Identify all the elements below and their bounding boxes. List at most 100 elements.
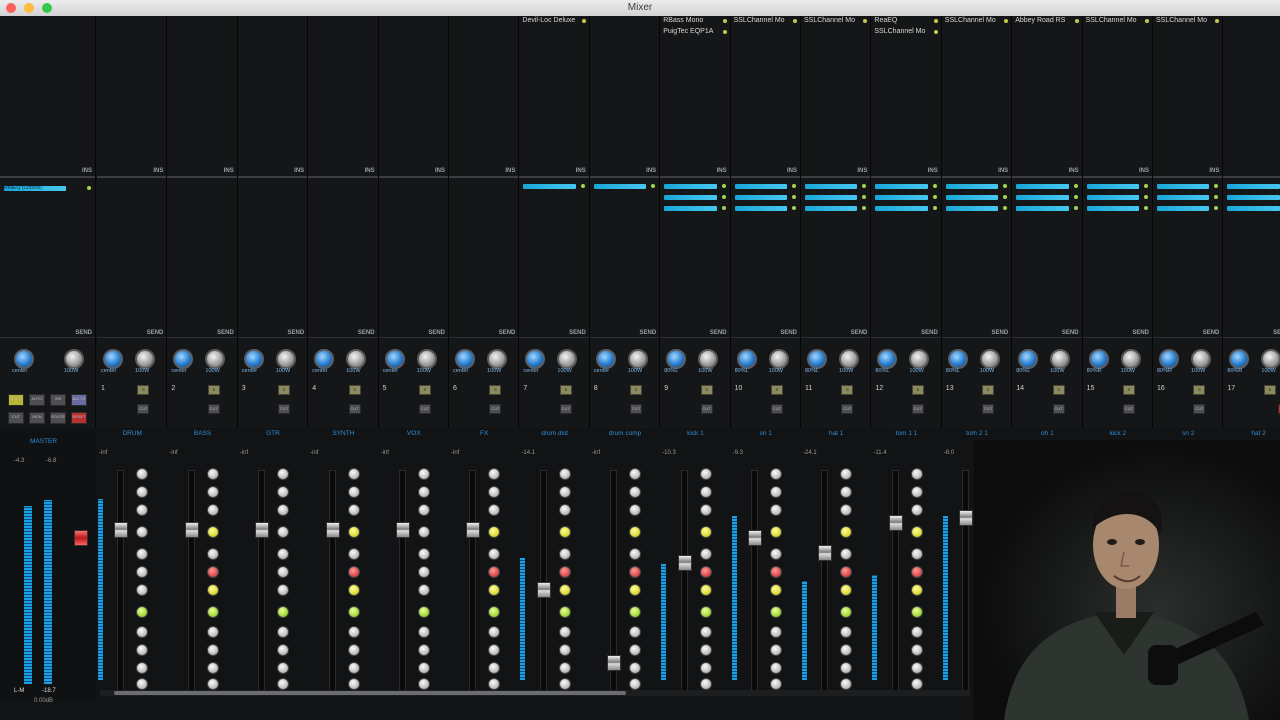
insert-slot[interactable] — [664, 206, 717, 211]
fx-name[interactable]: SSLChannel Mo — [1156, 17, 1207, 24]
route-button[interactable] — [488, 504, 501, 516]
master-cut-button[interactable]: CUT — [8, 412, 24, 424]
route-button[interactable] — [206, 584, 219, 596]
pan-knob[interactable] — [877, 349, 898, 369]
channel-name[interactable]: hat 1 — [801, 430, 871, 437]
master-ins-button[interactable]: INS — [50, 394, 66, 406]
pan-knob[interactable] — [947, 349, 968, 369]
fx-name[interactable]: Abbey Road RS — [1015, 17, 1065, 24]
route-button[interactable] — [629, 526, 642, 538]
route-button[interactable] — [840, 626, 853, 638]
route-button[interactable] — [277, 548, 290, 560]
solo-button[interactable]: S — [1122, 385, 1135, 395]
volume-fader[interactable] — [536, 582, 551, 598]
fx-name[interactable]: RBass Mono — [663, 17, 703, 24]
channel-name[interactable]: sn 2 — [1153, 430, 1223, 437]
channel-name[interactable]: SYNTH — [308, 430, 378, 437]
fx-active-dot[interactable] — [863, 19, 868, 23]
route-button[interactable] — [629, 504, 642, 516]
route-button[interactable] — [699, 548, 712, 560]
insert-slot[interactable] — [945, 184, 999, 189]
fx-enabled-dot[interactable] — [87, 186, 91, 190]
pan-knob[interactable] — [595, 349, 616, 369]
route-button[interactable] — [488, 486, 501, 498]
pan-knob[interactable] — [14, 349, 34, 369]
insert-slot[interactable] — [805, 206, 858, 211]
insert-enabled-dot[interactable] — [721, 195, 726, 199]
insert-enabled-dot[interactable] — [721, 184, 726, 188]
route-button[interactable] — [206, 626, 219, 638]
route-button[interactable] — [206, 678, 219, 690]
insert-enabled-dot[interactable] — [862, 195, 867, 199]
route-button[interactable] — [206, 644, 219, 656]
route-button[interactable] — [277, 644, 290, 656]
pan-knob[interactable] — [384, 349, 405, 369]
route-button[interactable] — [699, 606, 712, 618]
cut-button[interactable]: CUT — [841, 404, 854, 414]
insert-enabled-dot[interactable] — [862, 206, 867, 210]
route-button[interactable] — [558, 644, 571, 656]
fx-name[interactable]: ReaEQ — [874, 17, 897, 24]
route-button[interactable] — [488, 548, 501, 560]
solo-button[interactable]: S — [1263, 385, 1276, 395]
insert-slot[interactable] — [1086, 184, 1139, 189]
route-button[interactable] — [840, 548, 853, 560]
solo-button[interactable]: S — [489, 385, 502, 395]
solo-button[interactable]: S — [770, 385, 783, 395]
volume-knob[interactable] — [1191, 349, 1211, 369]
route-button[interactable] — [910, 468, 923, 480]
route-button[interactable] — [840, 504, 853, 516]
route-button[interactable] — [629, 548, 642, 560]
insert-enabled-dot[interactable] — [1214, 206, 1219, 210]
solo-button[interactable]: S — [630, 385, 643, 395]
volume-fader[interactable] — [255, 522, 270, 538]
route-button[interactable] — [136, 626, 149, 638]
route-button[interactable] — [699, 486, 712, 498]
insert-slot[interactable] — [1227, 195, 1280, 200]
route-button[interactable] — [699, 504, 712, 516]
channel-name[interactable]: tom 2 1 — [942, 430, 1012, 437]
volume-knob[interactable] — [979, 349, 1000, 369]
insert-slot[interactable] — [805, 184, 858, 189]
volume-knob[interactable] — [1261, 349, 1280, 369]
master-route-button[interactable]: ROUTE — [50, 412, 66, 424]
route-button[interactable] — [629, 626, 642, 638]
route-button[interactable] — [277, 662, 290, 674]
master-fx-slot[interactable]: ReaEQ (Cockos) — [4, 186, 66, 191]
channel-name[interactable]: drum comp — [590, 430, 660, 437]
route-button[interactable] — [558, 548, 571, 560]
cut-button[interactable]: CUT — [207, 404, 220, 414]
fx-name[interactable]: SSLChannel Mo — [874, 28, 925, 35]
route-button[interactable] — [558, 662, 571, 674]
route-button[interactable] — [558, 678, 571, 690]
volume-fader[interactable] — [607, 655, 622, 671]
route-button[interactable] — [558, 584, 571, 596]
master-auto-button[interactable]: AUTO — [29, 394, 45, 406]
route-button[interactable] — [417, 584, 430, 596]
route-button[interactable] — [629, 662, 642, 674]
route-button[interactable] — [769, 644, 782, 656]
route-button[interactable] — [769, 526, 782, 538]
pan-knob[interactable] — [1018, 349, 1039, 369]
volume-knob[interactable] — [1120, 349, 1141, 369]
route-button[interactable] — [347, 584, 360, 596]
route-button[interactable] — [206, 566, 219, 578]
volume-knob[interactable] — [275, 349, 296, 369]
insert-slot[interactable] — [664, 184, 717, 189]
route-button[interactable] — [769, 662, 782, 674]
route-button[interactable] — [277, 678, 290, 690]
route-button[interactable] — [347, 626, 360, 638]
master-fader[interactable] — [74, 530, 88, 546]
route-button[interactable] — [347, 678, 360, 690]
insert-slot[interactable] — [945, 206, 999, 211]
insert-enabled-dot[interactable] — [932, 195, 937, 199]
fx-name[interactable]: SSLChannel Mo — [734, 17, 785, 24]
volume-fader[interactable] — [888, 515, 903, 531]
volume-knob[interactable] — [698, 349, 719, 369]
route-button[interactable] — [488, 468, 501, 480]
route-button[interactable] — [136, 526, 149, 538]
pan-knob[interactable] — [243, 349, 264, 369]
route-button[interactable] — [347, 548, 360, 560]
channel-name[interactable]: FX — [449, 430, 519, 437]
route-button[interactable] — [910, 662, 923, 674]
